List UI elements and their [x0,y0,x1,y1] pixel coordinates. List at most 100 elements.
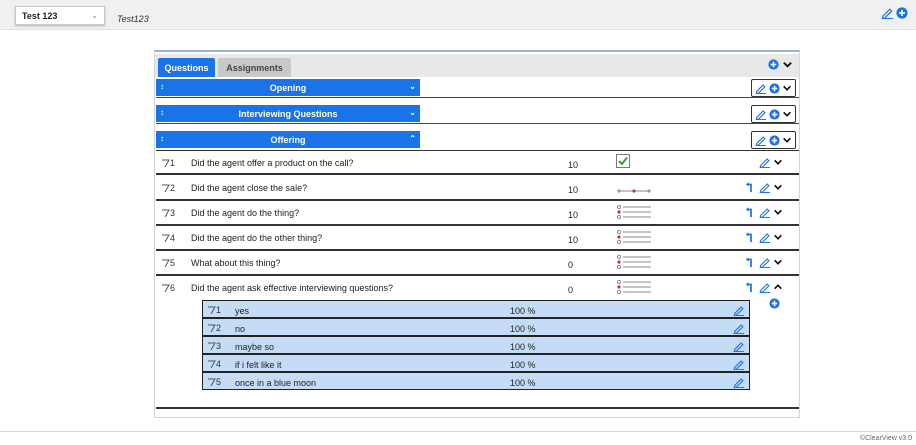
add-icon[interactable] [769,83,780,94]
form-select[interactable]: Test 123 ⌄ [15,6,105,25]
question-text: Did the agent offer a product on the cal… [191,158,354,168]
question-row: 2 Did the agent close the sale? 10 [156,176,799,201]
section-actions [751,79,796,97]
drag-handle-icon[interactable] [161,208,170,218]
answer-percent: 100 % [510,378,536,388]
answer-number: 5 [207,377,221,387]
edit-icon[interactable] [759,181,771,193]
answer-text: maybe so [235,342,275,352]
section-header[interactable]: ↕ Interviewing Questions ⌄ [156,105,420,122]
section-title: Interviewing Questions [238,109,338,119]
slider-scale-icon [617,189,651,193]
question-actions [745,206,783,218]
section-title: Offering [270,135,306,145]
edit-icon[interactable] [755,134,767,146]
section-offering: ↕ Offering ⌃ [156,130,799,150]
radio-list-icon [616,279,651,295]
top-actions [881,6,908,19]
edit-icon[interactable] [759,206,771,218]
chevron-down-icon[interactable] [773,182,783,192]
chevron-down-icon[interactable] [773,257,783,267]
drag-handle-icon[interactable] [161,183,170,193]
chevron-down-icon[interactable] [782,135,792,145]
answer-row: 3 maybe so 100 % [202,336,750,354]
question-points: 10 [568,160,579,170]
section-actions [751,131,796,149]
add-section-icon[interactable] [768,59,779,70]
move-icon[interactable] [745,181,757,193]
drag-handle-icon[interactable] [161,233,170,243]
add-icon[interactable] [769,109,780,120]
move-icon[interactable] [745,256,757,268]
edit-icon[interactable] [759,156,771,168]
edit-icon[interactable] [759,231,771,243]
drag-handle-icon[interactable] [207,359,216,369]
chevron-down-icon: ⌄ [91,11,98,20]
add-icon[interactable] [896,7,908,19]
question-row: 4 Did the agent do the other thing? 10 [156,226,799,251]
section-actions [751,105,796,123]
chevron-down-icon[interactable] [782,109,792,119]
question-row: 5 What about this thing? 0 [156,251,799,276]
drag-handle-icon[interactable] [207,377,216,387]
drag-handle-icon[interactable] [161,258,170,268]
question-text: Did the agent close the sale? [191,183,308,193]
question-actions [745,281,783,293]
edit-icon[interactable] [733,340,745,352]
edit-icon[interactable] [755,82,767,94]
answer-text: if i felt like it [235,360,282,370]
question-row: 3 Did the agent do the thing? 10 [156,201,799,226]
edit-icon[interactable] [759,281,771,293]
drag-handle-icon[interactable] [161,158,170,168]
edit-icon[interactable] [759,256,771,268]
question-number: 4 [161,233,175,243]
question-text: Did the agent ask effective interviewing… [191,283,393,293]
answer-text: no [235,324,246,334]
questions-panel: Questions Assignments ↕ Opening ⌄ ↕ Inte… [154,50,800,418]
drag-handle-icon[interactable] [207,323,216,333]
footer: ©ClearView v3.0 [0,431,916,445]
answer-text: yes [235,306,250,316]
question-points: 10 [568,210,579,220]
move-icon[interactable] [745,206,757,218]
chevron-down-icon[interactable] [782,59,793,70]
chevron-down-icon[interactable] [773,207,783,217]
chevron-down-icon[interactable]: ⌄ [409,108,416,117]
chevron-up-icon[interactable] [773,282,783,292]
chevron-up-icon[interactable]: ⌃ [409,134,416,143]
version-label: ©ClearView v3.0 [859,435,912,442]
move-icon[interactable] [745,281,757,293]
move-icon[interactable] [745,231,757,243]
chevron-down-icon[interactable]: ⌄ [409,82,416,91]
section-header[interactable]: ↕ Opening ⌄ [156,79,420,96]
drag-handle-icon[interactable] [161,283,170,293]
add-answer-icon[interactable] [769,298,780,309]
edit-icon[interactable] [881,6,894,19]
tab-questions[interactable]: Questions [158,58,215,77]
answer-number: 3 [207,341,221,351]
edit-icon[interactable] [733,358,745,370]
question-number: 1 [161,158,175,168]
add-icon[interactable] [769,135,780,146]
answer-row: 4 if i felt like it 100 % [202,354,750,372]
question-actions [745,231,783,243]
drag-handle-icon[interactable] [207,341,216,351]
question-number: 6 [161,283,175,293]
tab-assignments[interactable]: Assignments [218,58,291,77]
section-title: Opening [269,83,307,93]
section-header[interactable]: ↕ Offering ⌃ [156,131,420,148]
chevron-down-icon[interactable] [782,83,792,93]
chevron-down-icon[interactable] [773,157,783,167]
edit-icon[interactable] [733,376,745,388]
radio-list-icon [616,254,651,270]
edit-icon[interactable] [733,322,745,334]
question-points: 10 [568,185,579,195]
question-text: Did the agent do the thing? [191,208,300,218]
chevron-down-icon[interactable] [773,232,783,242]
question-points: 0 [568,260,574,270]
edit-icon[interactable] [755,108,767,120]
radio-list-icon [616,229,651,245]
edit-icon[interactable] [733,304,745,316]
question-number: 3 [161,208,175,218]
drag-handle-icon[interactable] [207,305,216,315]
